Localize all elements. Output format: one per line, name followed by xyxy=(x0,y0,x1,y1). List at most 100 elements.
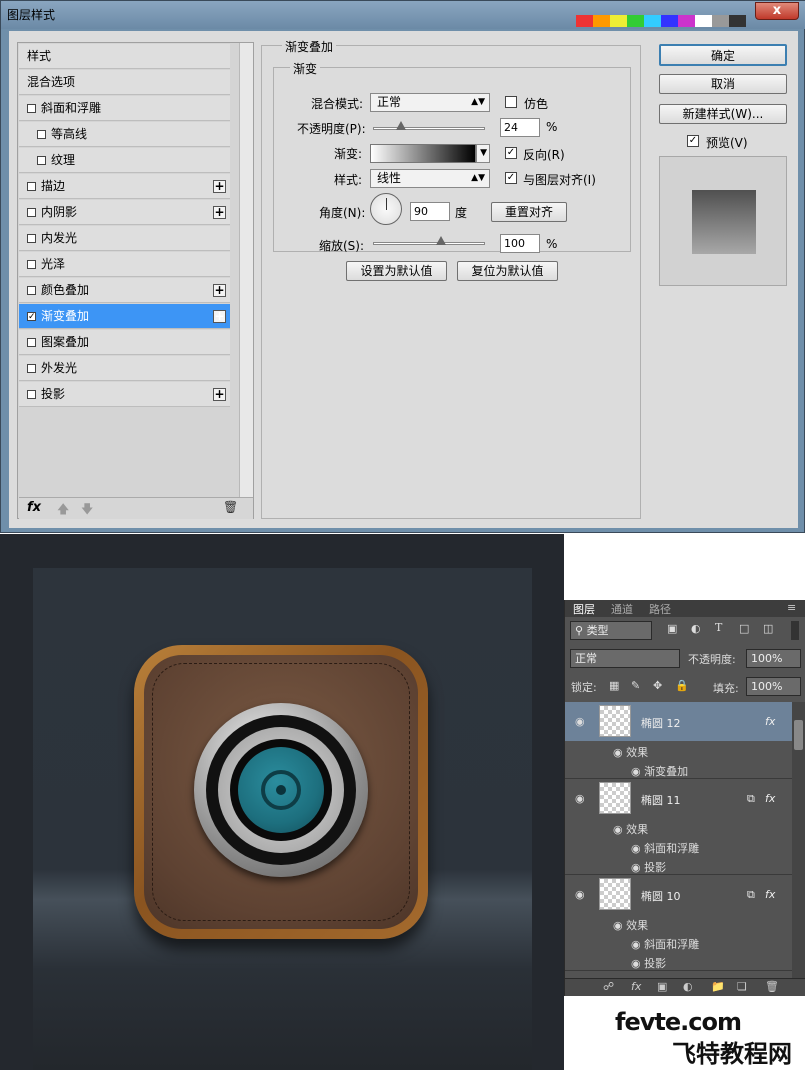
eye-icon[interactable]: ◉ xyxy=(631,861,641,874)
lock-transparent-icon[interactable]: ▦ xyxy=(609,679,619,692)
style-item-6[interactable]: 内阴影 + xyxy=(19,200,230,225)
opacity-slider[interactable] xyxy=(373,121,485,130)
style-item-checkbox[interactable] xyxy=(27,364,36,373)
eye-icon[interactable]: ◉ xyxy=(631,842,641,855)
layer-row[interactable]: ◉ 椭圆 10 ⧉ fx ◉ 效果 ◉ 斜面和浮雕 ◉ 投影 xyxy=(565,875,792,971)
style-item-5[interactable]: 描边 + xyxy=(19,174,230,199)
gradient-picker-button[interactable]: ▼ xyxy=(476,144,490,163)
dialog-titlebar[interactable]: 图层样式 x xyxy=(1,1,805,29)
style-item-7[interactable]: 内发光 xyxy=(19,226,230,251)
document-canvas[interactable] xyxy=(0,534,564,1070)
style-item-0[interactable]: 样式 xyxy=(19,44,230,69)
eye-icon[interactable]: ◉ xyxy=(631,765,641,778)
close-button[interactable]: x xyxy=(755,2,799,20)
align-with-layer-checkbox[interactable]: ✓ xyxy=(505,172,517,184)
plus-icon[interactable]: + xyxy=(213,180,226,193)
eye-icon[interactable]: ◉ xyxy=(631,957,641,970)
style-item-11[interactable]: 图案叠加 xyxy=(19,330,230,355)
set-default-button[interactable]: 设置为默认值 xyxy=(346,261,447,281)
fill-field[interactable]: 100% xyxy=(746,677,801,696)
blend-mode-select[interactable]: 正常 xyxy=(570,649,680,668)
effects-header[interactable]: ◉ 效果 xyxy=(613,821,648,837)
cancel-button[interactable]: 取消 xyxy=(659,74,787,94)
fx-icon[interactable]: fx xyxy=(765,715,775,728)
style-item-4[interactable]: 纹理 xyxy=(19,148,230,173)
style-item-10[interactable]: ✓ 渐变叠加 + xyxy=(19,304,230,329)
style-item-2[interactable]: 斜面和浮雕 xyxy=(19,96,230,121)
style-item-checkbox[interactable] xyxy=(27,286,36,295)
reset-default-button[interactable]: 复位为默认值 xyxy=(457,261,558,281)
style-item-checkbox[interactable] xyxy=(27,338,36,347)
style-item-13[interactable]: 投影 + xyxy=(19,382,230,407)
style-item-checkbox[interactable] xyxy=(37,156,46,165)
panel-menu-icon[interactable]: ≡ xyxy=(787,601,796,614)
lock-position-icon[interactable]: ✥ xyxy=(653,679,662,692)
style-item-checkbox[interactable] xyxy=(27,390,36,399)
opacity-slider-thumb[interactable] xyxy=(395,121,406,130)
adjustment-icon[interactable]: ◐ xyxy=(683,980,693,993)
folder-icon[interactable]: 📁 xyxy=(711,980,725,993)
style-item-8[interactable]: 光泽 xyxy=(19,252,230,277)
tab-layers[interactable]: 图层 xyxy=(573,601,595,617)
style-item-9[interactable]: 颜色叠加 + xyxy=(19,278,230,303)
layer-thumbnail[interactable] xyxy=(599,705,631,737)
style-item-1[interactable]: 混合选项 xyxy=(19,70,230,95)
layer-header[interactable]: ◉ 椭圆 12 fx xyxy=(565,702,792,741)
effects-header[interactable]: ◉ 效果 xyxy=(613,917,648,933)
effect-item[interactable]: ◉ 斜面和浮雕 xyxy=(631,840,699,856)
reset-alignment-button[interactable]: 重置对齐 xyxy=(491,202,567,222)
fx-button[interactable]: fx xyxy=(27,500,41,515)
tab-paths[interactable]: 路径 xyxy=(649,601,671,617)
trash-icon[interactable]: 🗑 xyxy=(765,980,779,993)
effects-header[interactable]: ◉ 效果 xyxy=(613,744,648,760)
lock-image-icon[interactable]: ✎ xyxy=(631,679,640,692)
mask-icon[interactable]: ▣ xyxy=(657,980,667,993)
plus-icon[interactable]: + xyxy=(213,206,226,219)
eye-icon[interactable]: ◉ xyxy=(631,938,641,951)
style-item-3[interactable]: 等高线 xyxy=(19,122,230,147)
scale-input[interactable]: 100 xyxy=(500,234,540,253)
trash-icon[interactable]: 🗑 xyxy=(223,500,238,514)
layer-filter-select[interactable]: ⚲ 类型 xyxy=(570,621,652,640)
link-icon[interactable]: ☍ xyxy=(603,980,614,993)
reverse-checkbox[interactable]: ✓ xyxy=(505,147,517,159)
arrow-down-icon[interactable]: 🡇 xyxy=(81,500,93,521)
angle-dial[interactable] xyxy=(370,193,402,225)
fx-icon[interactable]: fx xyxy=(765,792,775,805)
filter-pixel-icon[interactable]: ▣ xyxy=(667,622,677,635)
eye-icon[interactable]: ◉ xyxy=(575,792,585,805)
new-layer-icon[interactable]: ❏ xyxy=(737,980,747,993)
style-item-12[interactable]: 外发光 xyxy=(19,356,230,381)
effect-item[interactable]: ◉ 渐变叠加 xyxy=(631,763,688,779)
effect-item[interactable]: ◉ 投影 xyxy=(631,859,666,875)
style-select[interactable]: 线性 ▲▼ xyxy=(370,169,490,188)
effect-item[interactable]: ◉ 斜面和浮雕 xyxy=(631,936,699,952)
lock-all-icon[interactable]: 🔒 xyxy=(675,679,689,692)
layer-header[interactable]: ◉ 椭圆 10 ⧉ fx xyxy=(565,875,792,914)
eye-icon[interactable]: ◉ xyxy=(613,746,623,759)
ok-button[interactable]: 确定 xyxy=(659,44,787,66)
plus-icon[interactable]: + xyxy=(213,310,226,323)
style-item-checkbox[interactable] xyxy=(27,260,36,269)
styles-list-scrollbar[interactable] xyxy=(239,43,253,497)
gradient-swatch[interactable] xyxy=(370,144,476,163)
layer-row[interactable]: ◉ 椭圆 12 fx ◉ 效果 ◉ 渐变叠加 xyxy=(565,702,792,779)
style-item-checkbox[interactable] xyxy=(27,104,36,113)
layer-header[interactable]: ◉ 椭圆 11 ⧉ fx xyxy=(565,779,792,818)
filter-type-icon[interactable]: T xyxy=(715,621,722,634)
arrow-up-icon[interactable]: 🡅 xyxy=(57,500,69,521)
filter-shape-icon[interactable]: □ xyxy=(739,622,749,635)
plus-icon[interactable]: + xyxy=(213,284,226,297)
scale-slider-thumb[interactable] xyxy=(436,236,447,245)
layer-thumbnail[interactable] xyxy=(599,782,631,814)
blend-mode-select[interactable]: 正常 ▲▼ xyxy=(370,93,490,112)
eye-icon[interactable]: ◉ xyxy=(575,888,585,901)
filter-toggle[interactable] xyxy=(791,621,799,640)
effect-item[interactable]: ◉ 投影 xyxy=(631,955,666,971)
layer-row[interactable]: ◉ 椭圆 11 ⧉ fx ◉ 效果 ◉ 斜面和浮雕 ◉ 投影 xyxy=(565,779,792,875)
fx-icon[interactable]: fx xyxy=(765,888,775,901)
preview-checkbox[interactable]: ✓ xyxy=(687,135,699,147)
style-item-checkbox[interactable] xyxy=(27,234,36,243)
style-item-checkbox[interactable] xyxy=(37,130,46,139)
opacity-field[interactable]: 100% xyxy=(746,649,801,668)
